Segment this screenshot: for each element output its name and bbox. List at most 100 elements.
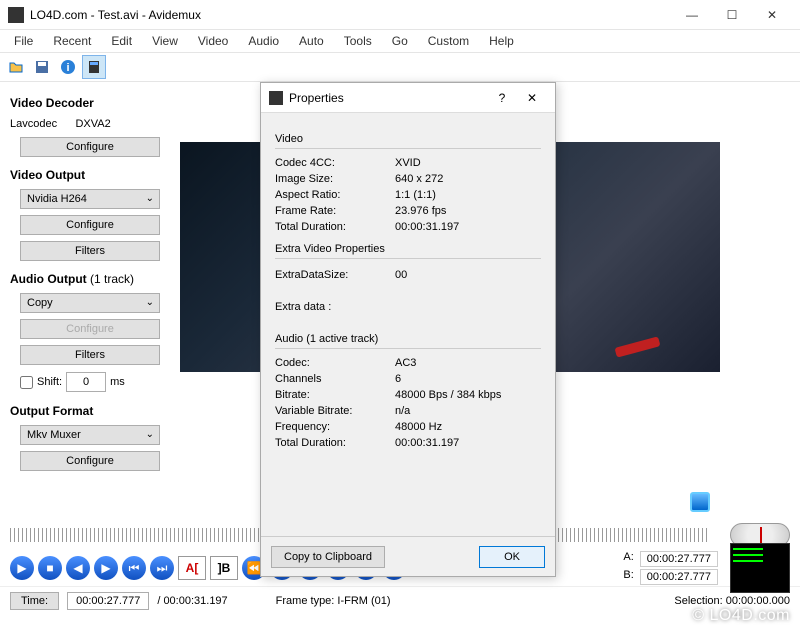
audio-section-header: Audio (1 active track) (275, 333, 541, 349)
decoder-configure-button[interactable]: Configure (20, 137, 160, 157)
svg-text:i: i (66, 62, 69, 74)
shift-spinner[interactable]: 0 (66, 372, 106, 392)
play-button[interactable]: ▶ (10, 556, 34, 580)
shift-row: Shift: 0 ms (20, 372, 170, 392)
extradata-key: Extra data : (275, 301, 395, 313)
menu-view[interactable]: View (142, 32, 188, 50)
extrasize-key: ExtraDataSize: (275, 269, 395, 281)
time-input[interactable]: 00:00:27.777 (67, 592, 149, 610)
toolbar: i (0, 52, 800, 82)
vu-meter (730, 543, 790, 593)
imgsize-value: 640 x 272 (395, 173, 443, 185)
freq-value: 48000 Hz (395, 421, 442, 433)
fps-value: 23.976 fps (395, 205, 446, 217)
audio-filters-button[interactable]: Filters (20, 345, 160, 365)
prev-frame-button[interactable]: ◀ (66, 556, 90, 580)
a-timecode: 00:00:27.777 (640, 551, 718, 567)
acodec-value: AC3 (395, 357, 416, 369)
decoder-codec: Lavcodec (10, 118, 57, 130)
codec4cc-key: Codec 4CC: (275, 157, 395, 169)
menu-recent[interactable]: Recent (43, 32, 101, 50)
watermark: © LO4D.com (692, 607, 790, 625)
bottom-bar: Time: 00:00:27.777 / 00:00:31.197 Frame … (0, 586, 800, 614)
a-label: A: (623, 551, 633, 567)
menu-edit[interactable]: Edit (101, 32, 142, 50)
acodec-key: Codec: (275, 357, 395, 369)
info-icon[interactable]: i (56, 55, 80, 79)
position-marker-icon[interactable] (690, 492, 710, 512)
shift-label: Shift: (37, 376, 62, 388)
next-frame-button[interactable]: ▶ (94, 556, 118, 580)
output-format-combo[interactable]: Mkv Muxer (20, 425, 160, 445)
vbr-value: n/a (395, 405, 410, 417)
fps-key: Frame Rate: (275, 205, 395, 217)
menu-tools[interactable]: Tools (334, 32, 382, 50)
app-icon (8, 7, 24, 23)
minimize-button[interactable]: — (672, 0, 712, 30)
aspect-key: Aspect Ratio: (275, 189, 395, 201)
dialog-body: Video Codec 4CC:XVID Image Size:640 x 27… (261, 113, 555, 536)
sidebar: Video Decoder Lavcodec DXVA2 Configure V… (0, 82, 180, 520)
vbr-key: Variable Bitrate: (275, 405, 395, 417)
close-button[interactable]: ✕ (752, 0, 792, 30)
b-label: B: (623, 569, 633, 585)
ok-button[interactable]: OK (479, 546, 545, 568)
dialog-footer: Copy to Clipboard OK (261, 536, 555, 576)
extrasize-value: 00 (395, 269, 407, 281)
audio-configure-button: Configure (20, 319, 160, 339)
duration-text: / 00:00:31.197 (157, 595, 227, 607)
menu-go[interactable]: Go (382, 32, 418, 50)
time-label: Time: (10, 592, 59, 610)
bitrate-key: Bitrate: (275, 389, 395, 401)
channels-key: Channels (275, 373, 395, 385)
maximize-button[interactable]: ☐ (712, 0, 752, 30)
dur-key: Total Duration: (275, 221, 395, 233)
format-configure-button[interactable]: Configure (20, 451, 160, 471)
dialog-help-button[interactable]: ? (487, 91, 517, 105)
dialog-close-button[interactable]: ✕ (517, 91, 547, 105)
shift-checkbox[interactable] (20, 376, 33, 389)
output-format-title: Output Format (10, 404, 170, 418)
set-marker-b-button[interactable]: ]B (210, 556, 238, 580)
save-icon[interactable] (30, 55, 54, 79)
properties-dialog: Properties ? ✕ Video Codec 4CC:XVID Imag… (260, 82, 556, 577)
dialog-icon (269, 91, 283, 105)
dialog-titlebar[interactable]: Properties ? ✕ (261, 83, 555, 113)
menu-video[interactable]: Video (188, 32, 238, 50)
menu-audio[interactable]: Audio (238, 32, 289, 50)
bitrate-value: 48000 Bps / 384 kbps (395, 389, 501, 401)
next-keyframe-button[interactable]: ⏭ (150, 556, 174, 580)
selection-text: Selection: 00:00:00.000 (674, 595, 790, 607)
menu-help[interactable]: Help (479, 32, 524, 50)
dur-value: 00:00:31.197 (395, 221, 459, 233)
extra-section-header: Extra Video Properties (275, 243, 541, 259)
menu-auto[interactable]: Auto (289, 32, 334, 50)
stop-button[interactable]: ■ (38, 556, 62, 580)
video-output-combo[interactable]: Nvidia H264 (20, 189, 160, 209)
open-icon[interactable] (4, 55, 28, 79)
titlebar: LO4D.com - Test.avi - Avidemux — ☐ ✕ (0, 0, 800, 30)
video-output-title: Video Output (10, 168, 170, 182)
prev-keyframe-button[interactable]: ⏮ (122, 556, 146, 580)
aspect-value: 1:1 (1:1) (395, 189, 436, 201)
copy-clipboard-button[interactable]: Copy to Clipboard (271, 546, 385, 568)
channels-value: 6 (395, 373, 401, 385)
adur-value: 00:00:31.197 (395, 437, 459, 449)
set-marker-a-button[interactable]: A[ (178, 556, 206, 580)
codec4cc-value: XVID (395, 157, 421, 169)
audio-output-combo[interactable]: Copy (20, 293, 160, 313)
audio-output-title: Audio Output (1 track) (10, 272, 170, 286)
adur-key: Total Duration: (275, 437, 395, 449)
imgsize-key: Image Size: (275, 173, 395, 185)
video-configure-button[interactable]: Configure (20, 215, 160, 235)
decoder-accel: DXVA2 (75, 118, 110, 130)
video-filters-button[interactable]: Filters (20, 241, 160, 261)
menubar: File Recent Edit View Video Audio Auto T… (0, 30, 800, 52)
b-timecode: 00:00:27.777 (640, 569, 718, 585)
frame-type-text: Frame type: I-FRM (01) (276, 595, 391, 607)
menu-file[interactable]: File (4, 32, 43, 50)
dialog-title: Properties (289, 91, 487, 105)
marker-info: A: 00:00:27.777 B: 00:00:27.777 (623, 551, 718, 585)
menu-custom[interactable]: Custom (418, 32, 479, 50)
calculator-icon[interactable] (82, 55, 106, 79)
